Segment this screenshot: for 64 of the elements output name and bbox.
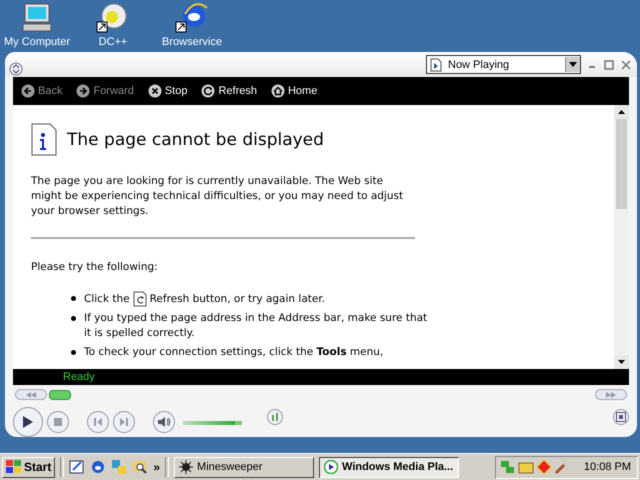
browser-shortcut-icon[interactable] xyxy=(175,2,209,34)
play-button[interactable] xyxy=(13,406,43,437)
computer-icon[interactable] xyxy=(20,2,54,34)
error-message: The page you are looking for is currently unavailable. The Web site might be experiencing technical difficulties, or you may need to adjust your browser settings. xyxy=(31,174,404,220)
document-icon xyxy=(430,58,442,72)
bullet-icon xyxy=(71,316,76,322)
speaker-icon xyxy=(157,416,171,428)
next-button[interactable] xyxy=(113,410,135,433)
maximize-icon[interactable] xyxy=(604,60,614,70)
status-text: Ready xyxy=(63,371,95,384)
magnifier-icon[interactable] xyxy=(132,459,148,476)
previous-icon xyxy=(93,416,103,427)
vertical-scrollbar[interactable] xyxy=(614,105,629,370)
play-icon xyxy=(22,414,34,429)
desktop-icon-label[interactable]: My Computer xyxy=(4,36,70,48)
scroll-up-icon[interactable] xyxy=(614,105,629,120)
mine-icon xyxy=(179,460,194,474)
mute-button[interactable] xyxy=(153,410,175,433)
windows-logo-icon xyxy=(6,460,22,474)
more-shortcuts-button[interactable]: » xyxy=(153,460,160,474)
page-heading: The page cannot be displayed xyxy=(67,130,324,150)
list-item-text: Refresh button, or try again later. xyxy=(150,292,326,307)
list-item-text: If you typed the page address in the Address bar, make sure that it is spelled correctly. xyxy=(84,311,428,342)
home-icon xyxy=(270,84,285,98)
next-icon xyxy=(119,416,129,427)
rewind-icon xyxy=(26,392,36,398)
compact-mode-button[interactable] xyxy=(613,408,629,425)
nav-button[interactable]: Refresh xyxy=(201,84,257,98)
list-item-text: To check your connection settings, click the Tools menu, xyxy=(84,345,384,360)
close-icon[interactable] xyxy=(621,60,631,70)
scroll-down-icon[interactable] xyxy=(614,355,629,370)
instructions-text: Please try the following: xyxy=(31,261,159,274)
fast-forward-icon xyxy=(606,392,616,398)
rewind-button[interactable] xyxy=(15,389,47,400)
start-button[interactable]: Start xyxy=(2,456,56,478)
desktop-icon-label[interactable]: DC++ xyxy=(98,36,128,48)
equalizer-button[interactable] xyxy=(267,408,283,425)
desktop-icon-label[interactable]: Browservice xyxy=(162,36,222,48)
bullet-icon xyxy=(71,350,76,356)
desktop-shortcut-icon[interactable] xyxy=(69,459,86,476)
compact-mode-icon xyxy=(616,412,626,422)
menu-toggle-icon[interactable] xyxy=(9,62,23,76)
close-icon xyxy=(148,84,162,98)
browser-icon[interactable] xyxy=(90,459,106,476)
diamond-icon[interactable] xyxy=(536,459,552,476)
refresh-page-icon xyxy=(132,291,147,308)
seek-slider-fill[interactable] xyxy=(49,390,71,400)
stop-button[interactable] xyxy=(47,410,69,433)
fast-forward-button[interactable] xyxy=(595,389,627,400)
refresh-icon xyxy=(201,84,216,98)
clock[interactable]: 10:08 PM xyxy=(584,461,631,474)
scroll-thumb[interactable] xyxy=(616,119,627,210)
taskbar-button[interactable]: Minesweeper xyxy=(174,456,314,478)
previous-button[interactable] xyxy=(87,410,109,433)
info-icon xyxy=(31,123,57,156)
bullet-icon xyxy=(71,296,76,302)
bars-icon xyxy=(271,412,279,421)
nav-button[interactable]: Home xyxy=(270,84,318,98)
stop-icon xyxy=(54,418,62,426)
list-item-text: Click the xyxy=(84,292,130,307)
view-dropdown[interactable]: Now Playing xyxy=(426,55,581,74)
taskbar-button[interactable]: Windows Media Pla... xyxy=(319,456,460,478)
nav-button[interactable]: Stop xyxy=(148,84,188,98)
media-player-icon xyxy=(324,460,338,474)
